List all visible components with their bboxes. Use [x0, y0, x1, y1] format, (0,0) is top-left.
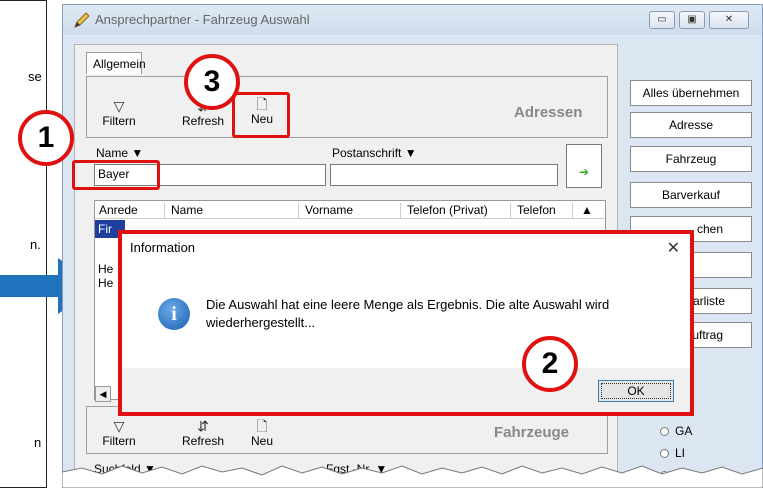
document-panel: se n. n: [0, 0, 47, 488]
barverkauf-button[interactable]: Barverkauf: [630, 182, 752, 208]
pencil-icon: [74, 12, 90, 28]
address-grid-header: Anrede Name Vorname Telefon (Privat) Tel…: [95, 201, 605, 219]
highlight-name-input: [72, 160, 160, 190]
torn-edge: [62, 465, 763, 488]
refresh-icon: ⇵: [197, 418, 209, 434]
doc-text-fragment: se: [28, 69, 42, 84]
dialog-title: Information: [130, 240, 196, 255]
column-header[interactable]: Telefon (Privat): [403, 203, 511, 219]
column-header[interactable]: Anrede: [95, 203, 165, 219]
column-header[interactable]: Vorname: [301, 203, 401, 219]
dialog-body: i Die Auswahl hat eine leere Menge als E…: [122, 262, 690, 368]
filter-label: Filtern: [102, 434, 136, 448]
doc-text-fragment: n: [34, 435, 42, 450]
dialog-message: Die Auswahl hat eine leere Menge als Erg…: [206, 297, 610, 330]
fahrzeuge-new-button[interactable]: 🗋 Neu: [240, 418, 284, 448]
maximize-button[interactable]: ▣: [679, 11, 705, 29]
scroll-up-icon[interactable]: ▲: [577, 203, 601, 219]
refresh-label: Refresh: [181, 434, 225, 448]
radio-dot: [660, 427, 669, 436]
title-bar: Ansprechpartner - Fahrzeug Auswahl ▭ ▣ ✕: [63, 5, 762, 35]
filter-icon: ▽: [113, 418, 125, 434]
radio-label: GA: [675, 424, 693, 438]
callout-3: 3: [184, 54, 240, 110]
callout-1: 1: [18, 110, 74, 166]
new-document-icon: 🗋: [256, 418, 268, 434]
fahrzeuge-filter-button[interactable]: ▽ Filtern: [94, 418, 144, 448]
ok-button[interactable]: OK: [598, 380, 674, 402]
refresh-label: Refresh: [181, 114, 225, 128]
section-label-adressen: Adressen: [514, 104, 583, 121]
radio-dot: [660, 449, 669, 458]
filter-button[interactable]: ▽ Filtern: [94, 98, 144, 128]
new-label: Neu: [250, 434, 273, 448]
postanschrift-input[interactable]: [330, 164, 558, 186]
tab-allgemein[interactable]: Allgemein: [86, 52, 146, 74]
pointer-arrow-shaft: [0, 275, 60, 297]
alles-uebernehmen-button[interactable]: Alles übernehmen: [630, 80, 752, 106]
name-field-label[interactable]: Name ▼: [96, 146, 143, 160]
fahrzeug-button[interactable]: Fahrzeug: [630, 146, 752, 172]
dialog-title-bar: Information ✕: [122, 234, 690, 262]
callout-2: 2: [522, 336, 578, 392]
window-title: Ansprechpartner - Fahrzeug Auswahl: [95, 12, 310, 27]
section-label-fahrzeuge: Fahrzeuge: [494, 424, 570, 441]
search-go-button[interactable]: ➔: [566, 144, 602, 188]
information-dialog: Information ✕ i Die Auswahl hat eine lee…: [118, 230, 694, 416]
highlight-new-button: [232, 92, 290, 138]
info-icon: i: [158, 298, 190, 330]
dialog-footer: OK: [122, 368, 690, 412]
column-header[interactable]: Name: [167, 203, 299, 219]
postanschrift-field-label[interactable]: Postanschrift ▼: [332, 146, 417, 160]
adresse-button[interactable]: Adresse: [630, 112, 752, 138]
doc-text-fragment: n.: [30, 237, 41, 252]
close-icon[interactable]: ✕: [667, 238, 680, 258]
filter-label: Filtern: [102, 114, 136, 128]
fahrzeuge-refresh-button[interactable]: ⇵ Refresh: [176, 418, 230, 448]
filter-icon: ▽: [113, 98, 125, 114]
minimize-button[interactable]: ▭: [649, 11, 675, 29]
scroll-left-icon[interactable]: ◀: [95, 386, 111, 402]
radio-ga[interactable]: GA: [660, 424, 692, 438]
column-header[interactable]: Telefon: [513, 203, 573, 219]
close-window-button[interactable]: ✕: [709, 11, 749, 29]
